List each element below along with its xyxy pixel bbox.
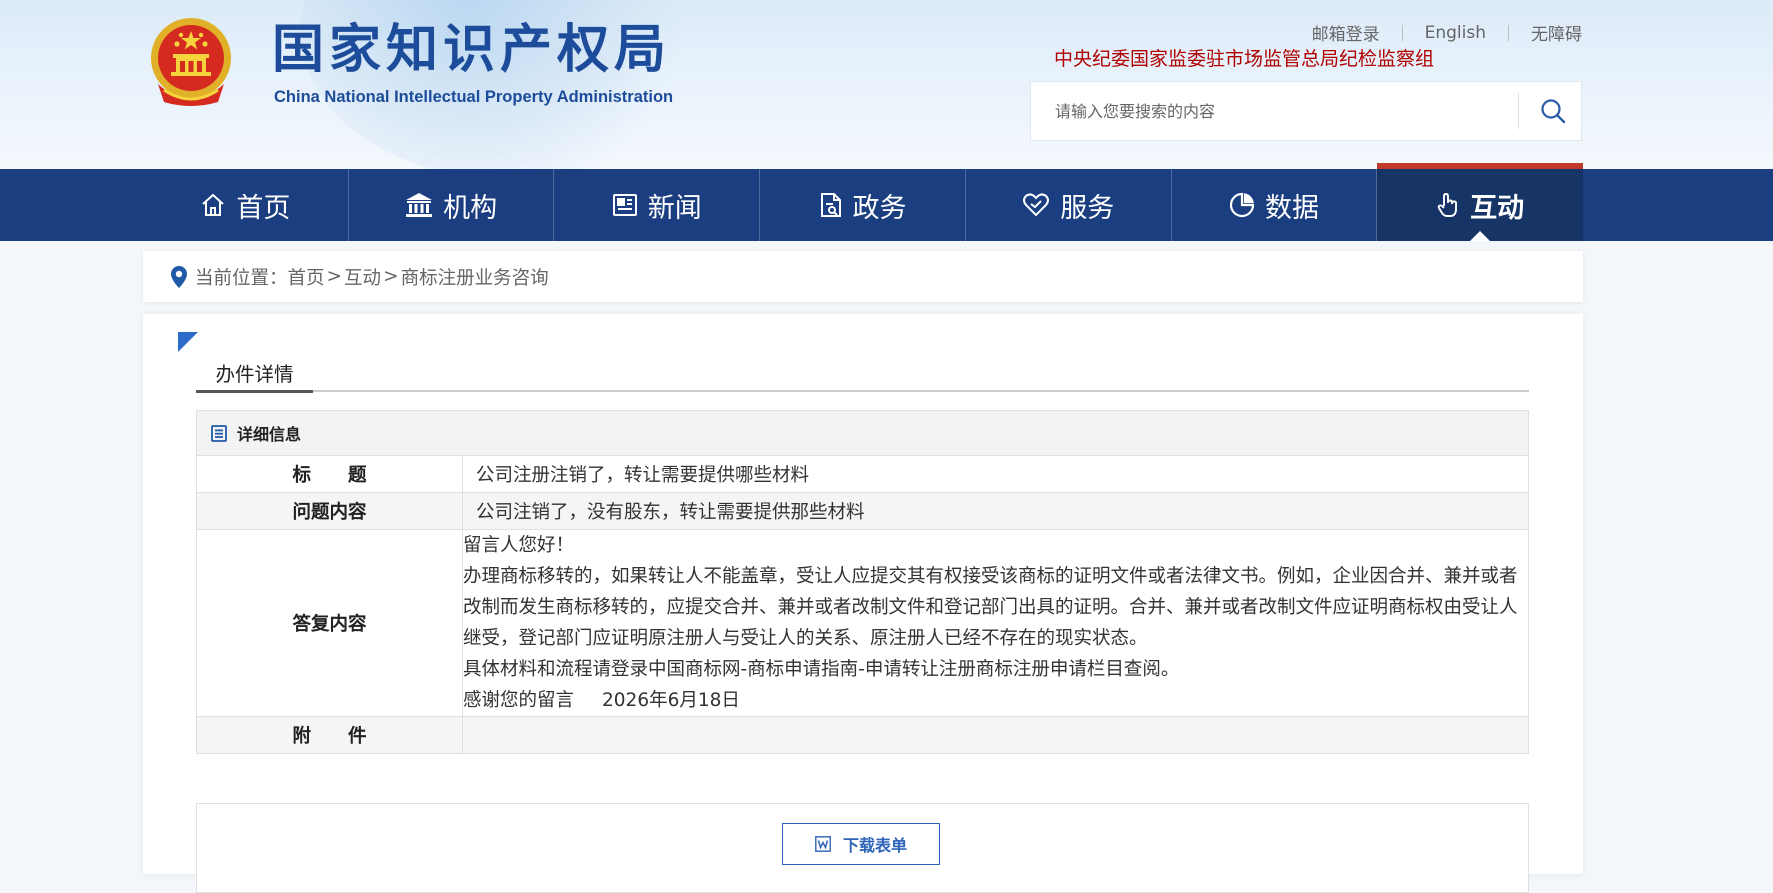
nav-label: 新闻 (647, 192, 702, 224)
supervision-notice-link[interactable]: 中央纪委国家监委驻市场监管总局纪检监察组 (1054, 44, 1434, 71)
nav-label: 数据 (1264, 192, 1319, 224)
breadcrumb-current[interactable]: 商标注册业务咨询 (401, 264, 549, 290)
search-box (1030, 81, 1582, 141)
question-row: 问题内容 公司注销了，没有股东，转让需要提供那些材料 (196, 492, 1529, 530)
english-link[interactable]: English (1425, 23, 1486, 43)
newspaper-icon (612, 194, 637, 216)
accessibility-link[interactable]: 无障碍 (1531, 20, 1582, 45)
answer-signoff: 感谢您的留言 2026年6月18日 (463, 685, 1528, 716)
search-icon (1541, 99, 1566, 124)
location-pin-icon (171, 265, 187, 288)
answer-row: 答复内容 留言人您好！ 办理商标移转的，如果转让人不能盖章，受让人应提交其有权接… (196, 529, 1529, 717)
answer-body: 办理商标移转的，如果转让人不能盖章，受让人应提交其有权接受该商标的证明文件或者法… (463, 566, 1518, 649)
breadcrumb-interaction[interactable]: 互动 (344, 264, 381, 290)
pie-chart-icon (1229, 192, 1255, 218)
answer-date: 2026年6月18日 (602, 690, 740, 711)
breadcrumb-separator: > (326, 266, 343, 287)
document-icon (820, 193, 841, 217)
detail-table: 详细信息 标 题 公司注册注销了，转让需要提供哪些材料 问题内容 公司注销了，没… (196, 410, 1529, 754)
site-header: 国家知识产权局 China National Intellectual Prop… (0, 0, 1773, 170)
detail-header-row: 详细信息 (196, 410, 1529, 456)
word-document-icon (815, 836, 831, 852)
search-button[interactable] (1533, 90, 1573, 132)
nav-item-government[interactable]: 政务 (760, 169, 966, 241)
content-panel: 办件详情 详细信息 标 题 公司注册注销了，转让需要提供哪些材料 问题内容 公司… (143, 314, 1583, 893)
title-value: 公司注册注销了，转让需要提供哪些材料 (462, 455, 1529, 493)
question-value: 公司注销了，没有股东，转让需要提供那些材料 (462, 492, 1529, 530)
nav-item-home[interactable]: 首页 (143, 169, 349, 241)
national-emblem-icon[interactable] (146, 14, 236, 110)
nav-item-service[interactable]: 服务 (966, 169, 1172, 241)
nav-item-news[interactable]: 新闻 (554, 169, 761, 241)
link-divider (1401, 24, 1403, 41)
answer-thanks: 感谢您的留言 (463, 690, 575, 711)
download-area: 下载表单 (196, 803, 1529, 893)
breadcrumb-prefix: 当前位置： (195, 267, 288, 289)
main-nav: 首页 机构 新闻 政务 服务 数据 互动 (0, 163, 1773, 241)
nav-item-institution[interactable]: 机构 (349, 169, 555, 241)
home-icon (202, 193, 225, 216)
tab-underline (196, 390, 1529, 392)
mail-login-link[interactable]: 邮箱登录 (1312, 20, 1380, 45)
list-document-icon (211, 424, 227, 442)
breadcrumb: 当前位置： 首页 > 互动 > 商标注册业务咨询 (143, 251, 1583, 302)
tab-case-details[interactable]: 办件详情 (196, 358, 313, 393)
corner-marker (178, 332, 198, 352)
breadcrumb-home[interactable]: 首页 (288, 264, 325, 290)
title-label: 标 题 (196, 455, 463, 493)
title-row: 标 题 公司注册注销了，转让需要提供哪些材料 (196, 455, 1529, 493)
answer-greeting: 留言人您好！ (463, 535, 575, 556)
hand-pointer-icon (1437, 193, 1458, 217)
site-logo-title[interactable]: 国家知识产权局 (272, 18, 671, 82)
nav-label: 政务 (852, 192, 907, 224)
detail-header-label: 详细信息 (237, 425, 302, 444)
download-form-button[interactable]: 下载表单 (782, 823, 940, 865)
nav-label: 首页 (236, 192, 291, 224)
attachment-label: 附 件 (196, 716, 463, 754)
breadcrumb-separator: > (383, 266, 399, 287)
question-label: 问题内容 (196, 492, 463, 530)
institution-icon (406, 193, 433, 217)
nav-label: 机构 (443, 192, 498, 224)
nav-item-data[interactable]: 数据 (1172, 169, 1378, 241)
download-label: 下载表单 (842, 836, 907, 855)
nav-label: 服务 (1060, 192, 1115, 224)
service-icon (1023, 193, 1050, 217)
site-logo-subtitle[interactable]: China National Intellectual Property Adm… (274, 88, 673, 107)
answer-reference: 具体材料和流程请登录中国商标网-商标申请指南-申请转让注册商标注册申请栏目查阅。 (463, 659, 1180, 680)
attachment-value (462, 716, 1529, 754)
search-input[interactable] (1031, 82, 1511, 140)
link-divider (1508, 24, 1509, 41)
answer-label: 答复内容 (196, 529, 463, 717)
attachment-row: 附 件 (196, 716, 1529, 754)
top-links: 邮箱登录 English 无障碍 (1312, 20, 1582, 46)
nav-label: 互动 (1470, 192, 1525, 224)
answer-content: 留言人您好！ 办理商标移转的，如果转让人不能盖章，受让人应提交其有权接受该商标的… (462, 529, 1529, 717)
search-divider (1518, 93, 1519, 129)
nav-item-interaction[interactable]: 互动 (1377, 163, 1584, 241)
